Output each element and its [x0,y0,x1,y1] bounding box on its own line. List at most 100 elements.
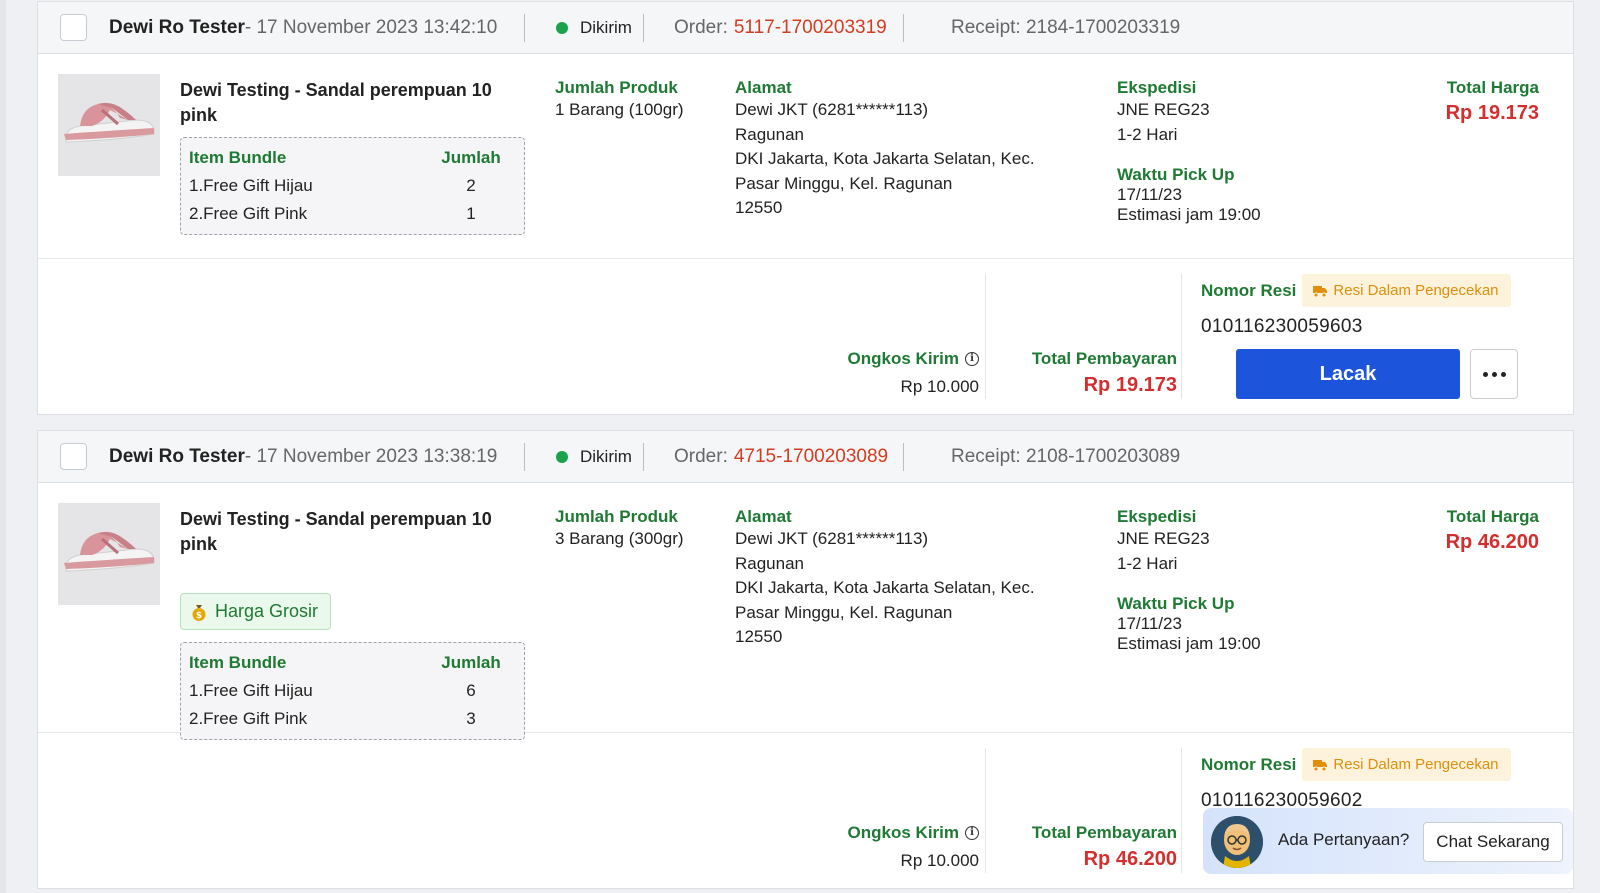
order-label: Order: [674,17,728,38]
order-status: Dikirim [556,2,632,54]
total-payment: Total Pembayaran Rp 19.173 [1032,349,1177,397]
order-header: Dewi Ro Tester - 17 November 2023 13:38:… [38,431,1573,483]
address-label: Alamat [735,507,792,526]
product-name[interactable]: Dewi Testing - Sandal perempuan 10 pink [180,507,510,557]
pickup-time: Estimasi jam 19:00 [1117,205,1261,224]
order-checkbox[interactable] [60,14,87,41]
shipping-service: JNE REG23 [1117,529,1210,548]
order-card: Dewi Ro Tester - 17 November 2023 13:42:… [37,1,1574,415]
bundle-header: Item Bundle Jumlah [189,144,516,172]
order-body: Dewi Testing - Sandal perempuan 10 pink … [38,54,1573,259]
address-line: Pasar Minggu, Kel. Ragunan [735,173,953,193]
address-line: 12550 [735,198,783,217]
status-text: Dikirim [580,18,632,37]
more-options-button[interactable] [1470,349,1518,399]
bundle-row: 1.Free Gift Hijau 2 [189,172,516,200]
order-number-link[interactable]: 5117-1700203319 [734,17,887,39]
shipping-eta: 1-2 Hari [1117,124,1178,144]
tracking-header: Nomor Resi Resi Dalam Pengecekan [1201,748,1531,781]
order-footer: Ongkos Kirim i Rp 10.000 Total Pembayara… [38,259,1573,414]
header-divider [903,443,904,471]
address-line: Dewi JKT (6281******113) [735,529,929,548]
total-payment-label: Total Pembayaran [1031,823,1177,842]
total-price-column: Total Harga Rp 46.200 [1446,507,1539,554]
shipping-cost-label: Ongkos Kirim [847,823,959,842]
money-bag-icon: $ [192,604,206,621]
header-divider [524,443,525,471]
header-divider [524,14,525,42]
chat-widget[interactable]: Ada Pertanyaan? Chat Sekarang [1203,808,1573,874]
bundle-row: 2.Free Gift Pink 1 [189,200,516,228]
chat-now-button[interactable]: Chat Sekarang [1423,822,1563,862]
footer-divider [1181,748,1182,873]
total-price-value: Rp 46.200 [1445,531,1539,553]
address-line: Dewi JKT (6281******113) [735,100,929,119]
order-date: - 17 November 2023 13:42:10 [244,17,498,38]
buyer-name: Dewi Ro Tester [109,446,245,467]
wholesale-badge: $ Harga Grosir [180,593,332,630]
bundle-row: 1.Free Gift Hijau 6 [189,677,516,705]
total-price-value: Rp 19.173 [1445,102,1539,124]
order-number-link[interactable]: 4715-1700203089 [734,446,888,468]
total-price-column: Total Harga Rp 19.173 [1446,78,1539,125]
support-avatar [1211,816,1263,868]
more-dot [1500,371,1506,377]
product-name[interactable]: Dewi Testing - Sandal perempuan 10 pink [180,78,510,128]
tracking-label: Nomor Resi [1201,754,1297,774]
info-icon[interactable]: i [965,826,979,840]
svg-text:$: $ [196,611,202,621]
shipping-column: Ekspedisi JNE REG23 1-2 Hari Waktu Pick … [1117,78,1357,225]
header-divider [903,14,904,42]
product-image[interactable] [58,503,160,605]
bundle-item-name: 1.Free Gift Hijau [189,176,313,195]
pickup-label: Waktu Pick Up [1117,594,1235,613]
quantity-label: Jumlah Produk [555,507,678,526]
bundle-box: Item Bundle Jumlah 1.Free Gift Hijau 2 2… [180,137,525,235]
shipping-cost-label: Ongkos Kirim [847,349,959,368]
total-payment: Total Pembayaran Rp 46.200 [1032,823,1177,871]
bundle-header-item: Item Bundle [189,653,287,672]
status-text: Dikirim [580,447,632,466]
receipt-number: Receipt: 2108-1700203089 [951,446,1181,467]
pickup-date: 17/11/23 [1117,614,1182,633]
truck-icon [1313,759,1328,771]
address-line: Pasar Minggu, Kel. Ragunan [735,602,953,622]
bundle-item-qty: 2 [466,176,476,195]
tracking-status-text: Resi Dalam Pengecekan [1333,756,1499,773]
info-icon[interactable]: i [965,352,979,366]
status-dot-icon [556,451,568,463]
order-label: Order: [674,446,728,467]
address-column: Alamat Dewi JKT (6281******113) Ragunan DK… [735,507,1075,650]
receipt-number: Receipt: 2184-1700203319 [951,17,1181,38]
tracking-status-badge: Resi Dalam Pengecekan [1302,748,1511,781]
address-label: Alamat [735,78,792,97]
order-body: Dewi Testing - Sandal perempuan 10 pink … [38,483,1573,740]
quantity-value: 3 Barang (300gr) [555,529,684,548]
tracking-number: 010116230059603 [1201,316,1363,337]
shipping-cost-value: Rp 10.000 [900,377,979,396]
footer-divider [985,748,986,873]
status-dot-icon [556,22,568,34]
total-payment-label: Total Pembayaran [1031,349,1177,368]
total-payment-value: Rp 19.173 [1083,374,1177,396]
tracking-status-text: Resi Dalam Pengecekan [1333,282,1499,299]
header-divider [643,14,644,42]
order-date: - 17 November 2023 13:38:19 [244,446,498,467]
shipping-eta: 1-2 Hari [1117,553,1178,573]
buyer-info: Dewi Ro Tester - 17 November 2023 13:38:… [109,431,497,483]
tracking-number-section: Nomor Resi Resi Dalam Pengecekan 0101162… [1201,274,1531,338]
shipping-cost: Ongkos Kirim i Rp 10.000 [848,823,979,871]
product-image[interactable] [58,74,160,176]
shipping-cost-label-row: Ongkos Kirim i [848,349,979,369]
track-button[interactable]: Lacak [1236,349,1460,399]
bundle-header-qty: Jumlah [441,148,501,167]
bundle-item-name: 2.Free Gift Pink [189,709,308,728]
bundle-item-qty: 6 [466,681,476,700]
total-price-label: Total Harga [1446,507,1539,526]
order-checkbox[interactable] [60,443,87,470]
address-column: Alamat Dewi JKT (6281******113) Ragunan DK… [735,78,1075,221]
quantity-column: Jumlah Produk 3 Barang (300gr) [555,507,684,552]
quantity-value: 1 Barang (100gr) [555,100,684,119]
truck-icon [1313,285,1328,297]
order-status: Dikirim [556,431,632,483]
